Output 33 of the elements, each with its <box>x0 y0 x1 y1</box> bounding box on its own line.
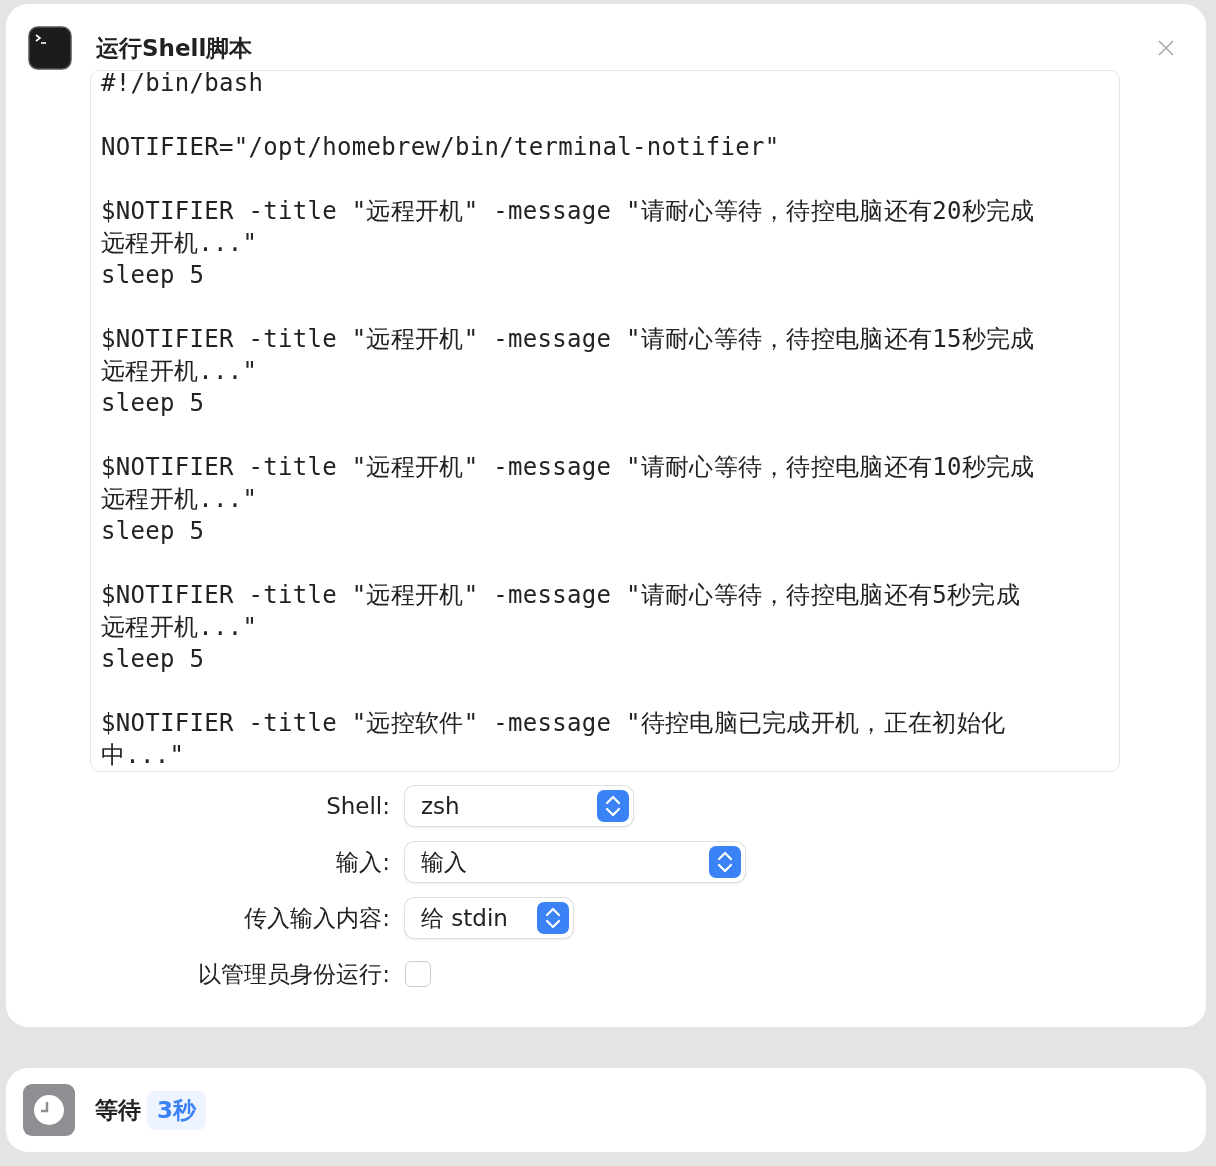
code-line: sleep 5 <box>101 516 206 547</box>
option-label: 传入输入内容: <box>243 903 391 933</box>
code-line: $NOTIFIER -title "远程开机" -message "请耐心等待，待控电脑还有10秒完成 <box>101 452 1036 483</box>
action-title: 等待 <box>95 1095 141 1125</box>
code-line: 远程开机..." <box>101 484 259 515</box>
popup-menu[interactable]: 输入 <box>405 842 745 882</box>
code-line: NOTIFIER="/opt/homebrew/bin/terminal-notifier" <box>101 132 781 163</box>
terminal-icon <box>28 26 72 70</box>
option-label: 以管理员身份运行: <box>197 959 391 989</box>
code-line: 中..." <box>101 740 186 771</box>
stepper-icon <box>597 790 629 822</box>
code-line: #!/bin/bash <box>101 71 265 99</box>
stepper-icon <box>537 902 569 934</box>
code-line: $NOTIFIER -title "远控软件" -message "待控电脑已完成开机，正在初始化 <box>101 708 1007 739</box>
code-line: 远程开机..." <box>101 356 259 387</box>
option-label: 输入: <box>335 847 391 877</box>
code-line: $NOTIFIER -title "远程开机" -message "请耐心等待，待控电脑还有5秒完成 <box>101 580 1021 611</box>
code-line: $NOTIFIER -title "远程开机" -message "请耐心等待，待控电脑还有20秒完成 <box>101 196 1036 227</box>
popup-menu[interactable]: zsh <box>405 786 633 826</box>
code-line: $NOTIFIER -title "远程开机" -message "请耐心等待，待控电脑还有15秒完成 <box>101 324 1036 355</box>
stepper-icon <box>709 846 741 878</box>
code-line: 远程开机..." <box>101 228 259 259</box>
clock-icon <box>23 1084 75 1136</box>
action-title: 运行Shell脚本 <box>96 33 253 63</box>
checkbox[interactable] <box>405 961 431 987</box>
close-icon[interactable] <box>1158 40 1174 56</box>
script-editor[interactable] <box>90 70 1120 772</box>
code-line: sleep 5 <box>101 388 206 419</box>
code-line: sleep 5 <box>101 260 206 291</box>
code-line: 远程开机..." <box>101 612 259 643</box>
option-label: Shell: <box>325 793 391 819</box>
popup-menu[interactable]: 给 stdin <box>405 898 573 938</box>
code-line: sleep 5 <box>101 644 206 675</box>
